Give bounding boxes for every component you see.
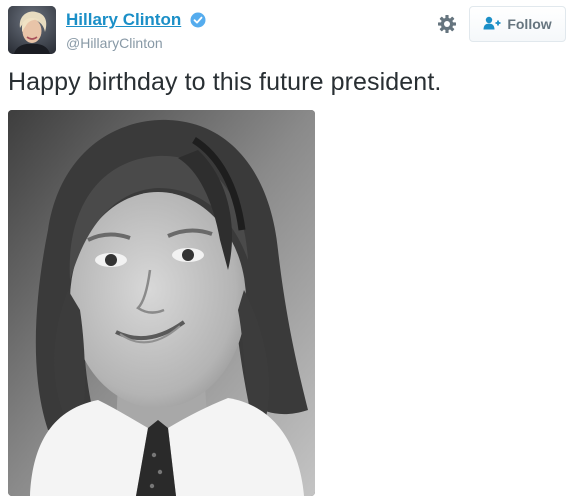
author-name-link[interactable]: Hillary Clinton [66,10,181,30]
author-avatar[interactable] [8,6,56,54]
tweet-photo[interactable] [8,110,315,496]
follow-label: Follow [507,16,552,32]
verified-badge-icon [190,12,206,28]
add-user-icon [483,16,501,33]
follow-button[interactable]: Follow [469,6,566,42]
tweet-text: Happy birthday to this future president. [8,68,442,96]
gear-icon[interactable] [436,13,458,35]
author-handle[interactable]: @HillaryClinton [66,35,163,51]
